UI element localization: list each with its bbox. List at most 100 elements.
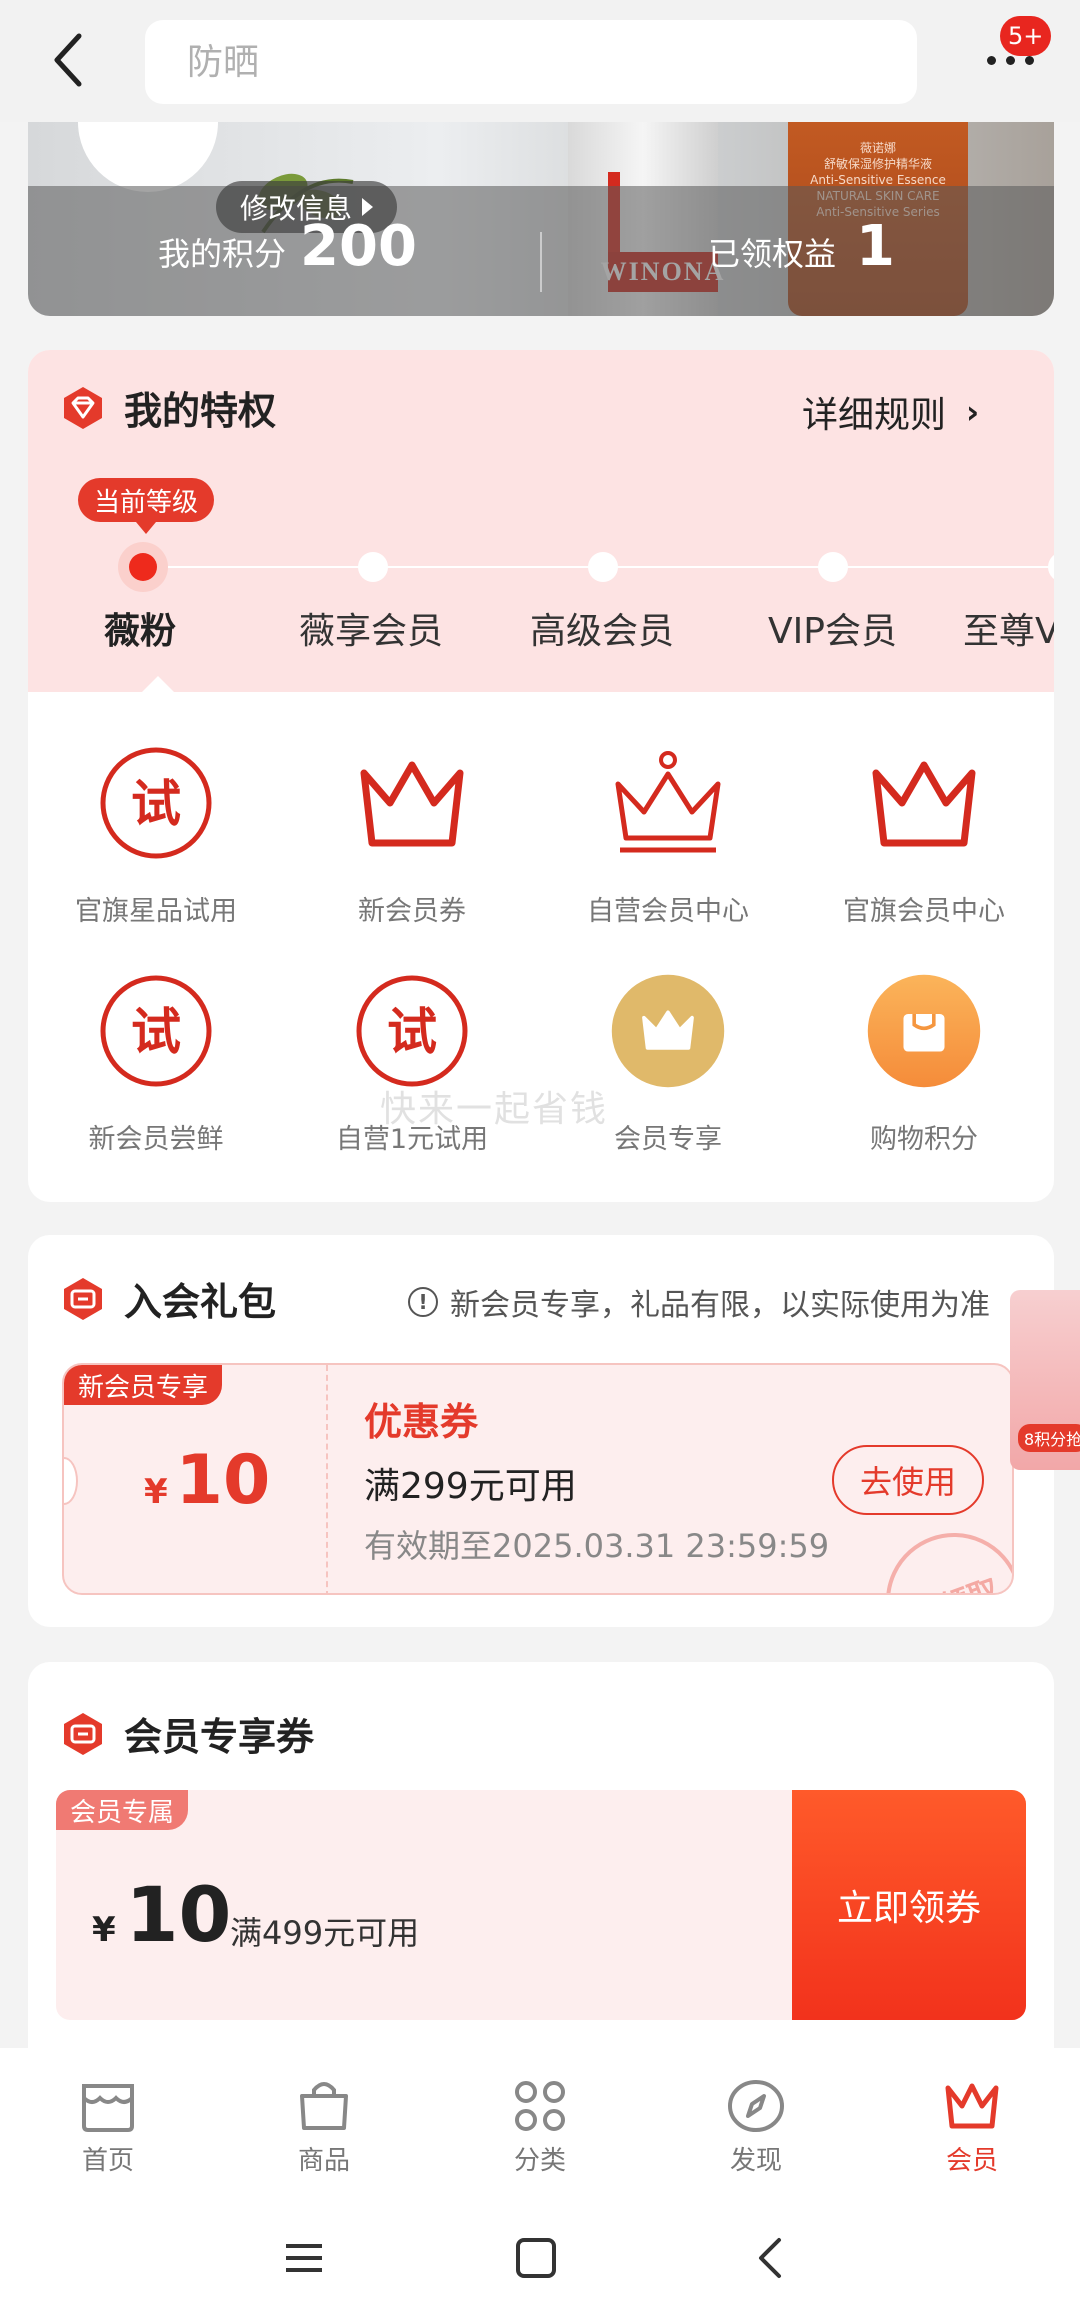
shopping-bag-icon (866, 973, 982, 1089)
tab-products[interactable]: 商品 (216, 2048, 432, 2198)
tab-label: 分类 (513, 2146, 566, 2176)
crown-icon (866, 745, 982, 861)
coupon-condition: 满499元可用 (230, 1914, 420, 1952)
search-box[interactable] (145, 20, 917, 104)
level-label-current[interactable]: 薇粉 (104, 602, 176, 654)
svg-text:试: 试 (131, 775, 181, 833)
currency-symbol: ¥ (144, 1472, 168, 1512)
tab-discover[interactable]: 发现 (648, 2048, 864, 2198)
rights-label: 已领权益 (708, 235, 837, 273)
crown-dot-icon (610, 745, 726, 861)
privileges-card: 我的特权 详细规则 › 当前等级 薇粉 薇享会员 高级会员 VIP会员 至尊VI… (28, 350, 1054, 1202)
coupon-notch (64, 1457, 78, 1505)
menu-button[interactable] (274, 2228, 334, 2288)
chevron-right-icon: › (966, 393, 980, 431)
crown-icon (354, 745, 470, 861)
trial-icon: 试 (98, 973, 214, 1089)
member-coupon-card: 会员专享券 会员专属 ¥ 10 满499元可用 立即领券 (28, 1662, 1054, 2062)
privilege-item[interactable]: 新会员券 (284, 745, 540, 928)
gift-coupon: 新会员专享 ¥ 10 优惠券 满299元可用 有效期至2025.03.31 23… (62, 1363, 1014, 1595)
detailed-rules-link[interactable]: 详细规则 › (802, 386, 979, 438)
trial-icon: 试 (98, 745, 214, 861)
privilege-label: 官旗会员中心 (843, 896, 1005, 927)
tab-label: 商品 (297, 2146, 350, 2176)
amount-value: 10 (175, 1441, 271, 1520)
level-label[interactable]: 薇享会员 (299, 602, 443, 654)
tab-label: 会员 (945, 2146, 998, 2176)
use-coupon-button[interactable]: 去使用 (832, 1445, 984, 1515)
level-label[interactable]: 至尊VIP会员 (963, 602, 1054, 654)
ticket-icon (64, 1277, 102, 1320)
dot (1005, 55, 1015, 65)
privilege-label: 购物积分 (870, 1124, 978, 1155)
privilege-label: 官旗星品试用 (75, 896, 237, 927)
shopping-bag-icon (294, 2078, 354, 2134)
tab-member[interactable]: 会员 (864, 2048, 1080, 2198)
privilege-item[interactable]: 试 官旗星品试用 (28, 745, 284, 928)
coupon-amount: ¥ 10 (144, 1441, 270, 1520)
current-level-tag: 当前等级 (78, 478, 215, 534)
notification-badge: 5+ (1000, 16, 1052, 56)
join-gift-card: 入会礼包 ! 新会员专享，礼品有限，以实际使用为准 新会员专享 ¥ 10 优惠券… (28, 1235, 1054, 1627)
square-icon (516, 2238, 556, 2278)
my-points[interactable]: 我的积分 200 (158, 214, 417, 279)
claimed-stamp: 已领取 (866, 1513, 1012, 1593)
stamp-text: 已领取 (904, 1565, 1004, 1593)
privilege-item[interactable]: 购物积分 (796, 973, 1052, 1156)
avatar[interactable] (78, 122, 218, 192)
level-dot-active (118, 542, 168, 592)
member-coupon-header: 会员专享券 (60, 1706, 314, 1761)
level-pointer (142, 676, 174, 692)
side-gift-label: 8积分抢 (1018, 1424, 1080, 1452)
privilege-item[interactable]: 试 新会员尝鲜 (28, 973, 284, 1156)
coupon-condition: 满299元可用 (364, 1466, 577, 1507)
privileges-title: 我的特权 (124, 389, 277, 433)
level-dot (358, 552, 388, 582)
rules-label: 详细规则 (802, 395, 947, 436)
gold-crown-icon (610, 973, 726, 1089)
search-input[interactable] (187, 41, 787, 83)
tab-label: 发现 (729, 2146, 782, 2176)
level-dot (818, 552, 848, 582)
member-coupon: 会员专属 ¥ 10 满499元可用 立即领券 (56, 1790, 1026, 2020)
side-gift-float[interactable]: 8积分抢 (1010, 1290, 1080, 1470)
svg-text:试: 试 (131, 1003, 181, 1061)
privilege-label: 自营会员中心 (587, 896, 749, 927)
crown-icon (942, 2078, 1002, 2134)
privilege-item[interactable]: 官旗会员中心 (796, 745, 1052, 928)
home-store-icon (78, 2078, 138, 2134)
home-button[interactable] (506, 2228, 566, 2288)
category-icon (510, 2078, 570, 2134)
diamond-icon (64, 386, 102, 429)
coupon-type: 优惠券 (364, 1400, 479, 1444)
divider (540, 232, 542, 292)
ticket-icon (64, 1712, 102, 1755)
level-label[interactable]: VIP会员 (768, 602, 897, 654)
back-arrow-icon (759, 2238, 781, 2278)
coupon-tag: 新会员专享 (64, 1365, 223, 1405)
privilege-label: 新会员尝鲜 (88, 1124, 224, 1155)
compass-icon (726, 2078, 786, 2134)
dot (986, 55, 996, 65)
tab-category[interactable]: 分类 (432, 2048, 648, 2198)
tab-label: 首页 (81, 2146, 134, 2176)
coupon-separator (326, 1365, 328, 1593)
watermark-text: 快来一起省钱 (380, 1089, 609, 1130)
bottom-tab-bar: 首页 商品 分类 发现 会员 (0, 2048, 1080, 2198)
tab-home[interactable]: 首页 (0, 2048, 216, 2198)
svg-text:试: 试 (387, 1003, 437, 1061)
trial-icon: 试 (354, 973, 470, 1089)
claim-coupon-button[interactable]: 立即领券 (792, 1790, 1026, 2020)
level-label[interactable]: 高级会员 (530, 602, 674, 654)
member-coupon-title: 会员专享券 (124, 1715, 315, 1759)
gift-title: 入会礼包 (124, 1280, 277, 1324)
top-bar: 5+ (0, 0, 1080, 122)
back-button[interactable] (40, 30, 96, 90)
claimed-rights[interactable]: 已领权益 1 (708, 214, 895, 279)
system-navigation-bar (0, 2198, 1080, 2318)
points-value: 200 (300, 214, 417, 279)
hamburger-icon (286, 2244, 322, 2272)
level-dot (1048, 552, 1054, 582)
system-back-button[interactable] (740, 2228, 800, 2288)
privilege-item[interactable]: 自营会员中心 (540, 745, 796, 928)
